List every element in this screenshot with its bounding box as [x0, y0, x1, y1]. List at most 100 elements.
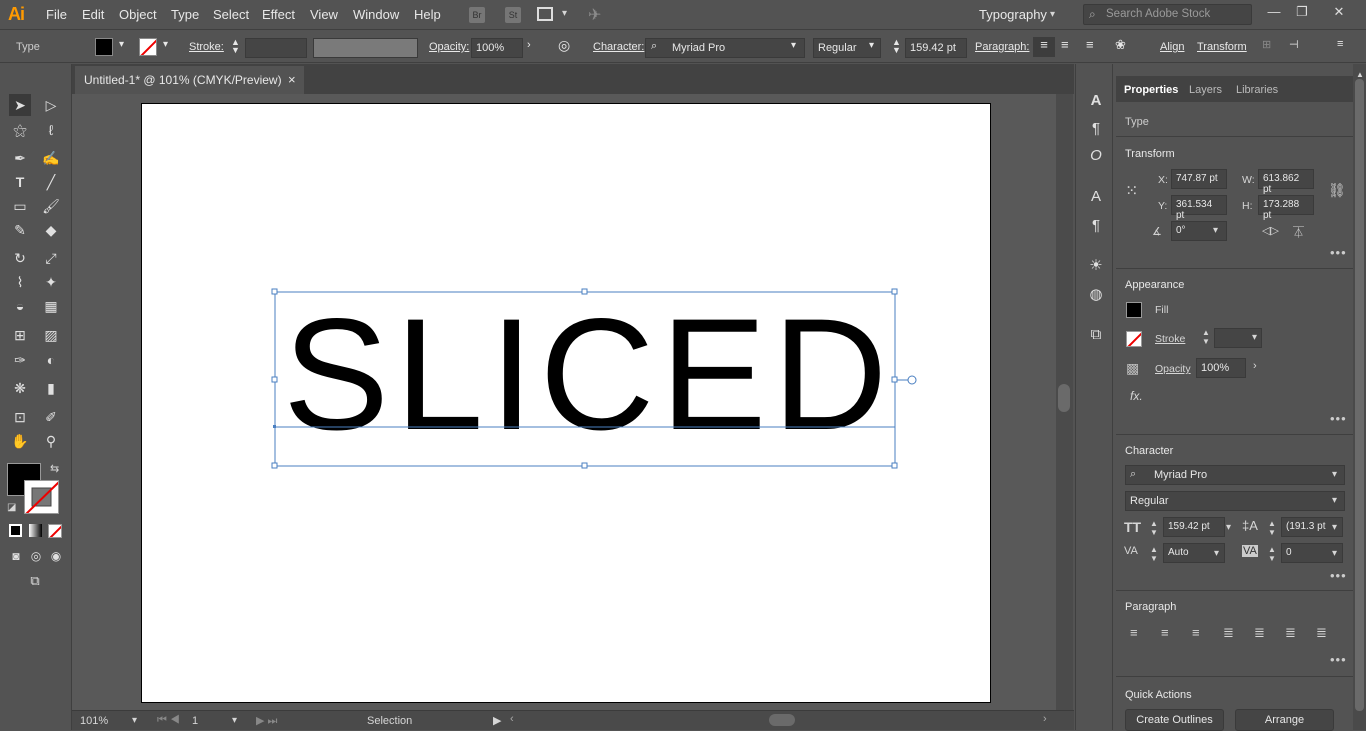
opacity-label[interactable]: Opacity: [1155, 363, 1191, 375]
shaper-tool-icon[interactable]: ✎: [9, 219, 31, 241]
stroke-swatch[interactable]: [1126, 331, 1142, 347]
scroll-left-icon[interactable]: ‹: [510, 713, 514, 725]
scroll-right-icon[interactable]: ›: [1043, 713, 1047, 725]
scroll-thumb[interactable]: [1355, 79, 1364, 711]
effects-icon[interactable]: fx.: [1130, 389, 1143, 403]
menu-window[interactable]: Window: [353, 7, 399, 22]
menu-view[interactable]: View: [310, 7, 338, 22]
puppet-warp-tool-icon[interactable]: ✦: [40, 271, 62, 293]
gpu-performance-icon[interactable]: ✈: [588, 5, 601, 25]
justify-left-icon[interactable]: ≣: [1223, 625, 1234, 641]
distribute-icon[interactable]: ⊣: [1289, 38, 1299, 51]
eyedropper-icon[interactable]: ✑: [9, 349, 31, 371]
screen-mode-icon[interactable]: ⧉: [24, 570, 46, 592]
fill-swatch[interactable]: [1126, 302, 1142, 318]
opacity-label[interactable]: Opacity:: [429, 41, 469, 53]
leading-stepper[interactable]: ▲ ▼: [1268, 519, 1276, 537]
font-size-stepper[interactable]: ▲ ▼: [892, 38, 901, 55]
chevron-down-icon[interactable]: ▾: [1332, 522, 1337, 533]
more-options-icon[interactable]: •••: [1330, 245, 1347, 260]
chevron-down-icon[interactable]: ▾: [1332, 548, 1337, 559]
align-right-icon[interactable]: ≡: [1086, 37, 1094, 52]
chevron-right-icon[interactable]: ›: [527, 39, 531, 51]
justify-center-icon[interactable]: ≣: [1254, 625, 1265, 641]
close-tab-button[interactable]: ×: [288, 72, 296, 87]
opentype-panel-icon[interactable]: O: [1086, 146, 1106, 166]
menu-edit[interactable]: Edit: [82, 7, 104, 22]
isolate-icon[interactable]: ⊞: [1262, 38, 1271, 51]
menu-help[interactable]: Help: [414, 7, 441, 22]
none-mode-icon[interactable]: [48, 524, 62, 538]
scroll-up-icon[interactable]: ▲: [1356, 70, 1364, 79]
justify-right-icon[interactable]: ≣: [1285, 625, 1296, 641]
tab-document[interactable]: Untitled-1* @ 101% (CMYK/Preview) ×: [75, 66, 304, 94]
selected-text-object[interactable]: SLICED: [283, 295, 893, 454]
tab-layers[interactable]: Layers: [1189, 84, 1222, 96]
font-size-field[interactable]: 159.42 pt: [905, 38, 967, 58]
paintbrush-icon[interactable]: 🖌: [40, 195, 62, 217]
puppet-warp-icon[interactable]: ❀: [1115, 37, 1126, 53]
font-size-stepper[interactable]: ▲ ▼: [1150, 519, 1158, 537]
column-graph-icon[interactable]: ▮: [40, 377, 62, 399]
chevron-down-icon[interactable]: ▾: [163, 39, 168, 50]
perspective-grid-icon[interactable]: ▦: [40, 295, 62, 317]
type-tool-icon[interactable]: T: [9, 171, 31, 193]
stroke-color-swatch[interactable]: [24, 480, 59, 514]
more-options-icon[interactable]: •••: [1330, 652, 1347, 667]
selection-tool-icon[interactable]: ➤: [9, 94, 31, 116]
default-colors-icon[interactable]: ◪: [7, 502, 16, 513]
more-options-icon[interactable]: •••: [1330, 568, 1347, 583]
zoom-level-field[interactable]: 101%: [80, 715, 108, 727]
y-position-field[interactable]: 361.534 pt: [1171, 195, 1227, 221]
arrange-documents-icon[interactable]: [537, 7, 553, 21]
menu-effect[interactable]: Effect: [262, 7, 295, 22]
draw-behind-icon[interactable]: ◎: [25, 545, 47, 567]
bridge-icon[interactable]: Br: [469, 7, 485, 23]
layers-panel-icon[interactable]: ⧉: [1086, 325, 1106, 345]
character-label[interactable]: Character:: [593, 41, 644, 53]
opacity-field[interactable]: 100%: [1196, 358, 1246, 378]
chevron-down-icon[interactable]: ▾: [1226, 522, 1231, 533]
hand-tool-icon[interactable]: ✋: [9, 430, 31, 452]
menu-file[interactable]: File: [46, 7, 67, 22]
flip-horizontal-icon[interactable]: ◁▷: [1262, 224, 1279, 237]
artboard-tool-icon[interactable]: ⊡: [9, 406, 31, 428]
swap-colors-icon[interactable]: ⇆: [50, 462, 59, 475]
transparency-panel-icon[interactable]: ◍: [1086, 285, 1106, 305]
menu-type[interactable]: Type: [171, 7, 199, 22]
stroke-stepper[interactable]: ▲ ▼: [1202, 328, 1210, 346]
workspace-switcher[interactable]: Typography: [979, 7, 1047, 22]
shape-builder-icon[interactable]: ◒: [9, 295, 31, 317]
rotate-angle-field[interactable]: 0°: [1171, 221, 1227, 241]
align-center-icon[interactable]: ≡: [1061, 37, 1069, 52]
fill-swatch[interactable]: [95, 38, 113, 56]
line-tool-icon[interactable]: ╱: [40, 171, 62, 193]
rotate-tool-icon[interactable]: ↻: [9, 247, 31, 269]
chevron-down-icon[interactable]: ▾: [132, 715, 137, 726]
chevron-down-icon[interactable]: ▾: [791, 40, 796, 51]
chevron-down-icon[interactable]: ▾: [1213, 225, 1218, 236]
status-menu-icon[interactable]: ▶: [493, 714, 501, 727]
restore-button[interactable]: ❐: [1291, 4, 1313, 22]
tab-properties[interactable]: Properties: [1124, 84, 1178, 96]
scroll-thumb[interactable]: [1058, 384, 1070, 412]
menu-object[interactable]: Object: [119, 7, 157, 22]
height-field[interactable]: 173.288 pt: [1258, 195, 1314, 221]
minimize-button[interactable]: —: [1263, 4, 1285, 22]
flip-vertical-icon[interactable]: ⏄: [1293, 224, 1304, 240]
font-style-field[interactable]: Regular: [1125, 491, 1345, 511]
panel-scrollbar[interactable]: ▲: [1353, 64, 1366, 730]
draw-inside-icon[interactable]: ◉: [45, 545, 67, 567]
chevron-down-icon[interactable]: ▾: [1214, 548, 1219, 559]
character-styles-icon[interactable]: A: [1086, 187, 1106, 207]
width-field[interactable]: 613.862 pt: [1258, 169, 1314, 195]
zoom-tool-icon[interactable]: ⚲: [40, 430, 62, 452]
recolor-artwork-icon[interactable]: ◎: [558, 37, 570, 54]
pen-tool-icon[interactable]: ✒: [9, 147, 31, 169]
chevron-down-icon[interactable]: ▾: [1332, 495, 1337, 506]
variable-width-profile[interactable]: [313, 38, 418, 58]
menu-icon[interactable]: ≡: [1337, 38, 1343, 50]
font-family-field[interactable]: Myriad Pro: [1125, 465, 1345, 485]
paragraph-label[interactable]: Paragraph:: [975, 41, 1029, 53]
chevron-down-icon[interactable]: ▾: [119, 39, 124, 50]
